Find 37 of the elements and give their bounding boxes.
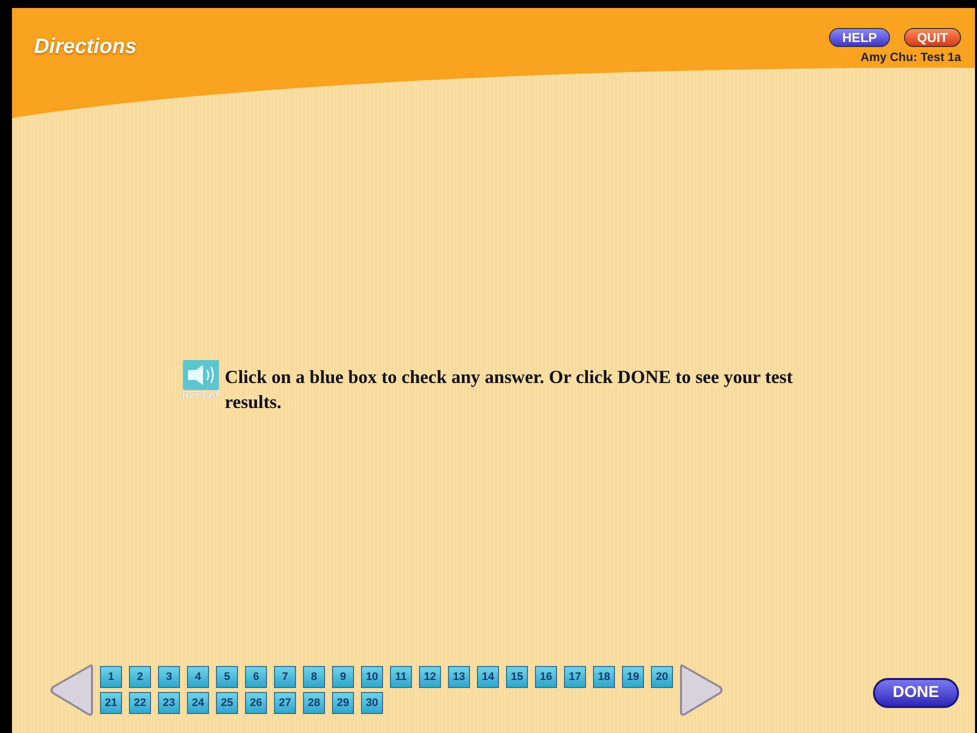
question-box[interactable]: 1 — [100, 666, 122, 688]
question-box[interactable]: 20 — [651, 666, 673, 688]
question-box[interactable]: 30 — [361, 692, 383, 714]
question-box[interactable]: 25 — [216, 692, 238, 714]
instruction-text: Click on a blue box to check any answer. Or click DONE to see your test results. — [224, 367, 794, 415]
question-box[interactable]: 6 — [245, 666, 267, 688]
question-box[interactable]: 27 — [274, 692, 296, 714]
question-box[interactable]: 14 — [477, 666, 499, 688]
question-box[interactable]: 21 — [100, 692, 122, 714]
quit-button[interactable]: QUIT — [904, 28, 961, 47]
question-box[interactable]: 5 — [216, 666, 238, 688]
question-box[interactable]: 22 — [129, 692, 151, 714]
question-box[interactable]: 13 — [448, 666, 470, 688]
question-box[interactable]: 12 — [419, 666, 441, 688]
question-box[interactable]: 29 — [332, 692, 354, 714]
question-box[interactable]: 4 — [187, 666, 209, 688]
question-box[interactable]: 23 — [158, 692, 180, 714]
help-button[interactable]: HELP — [829, 28, 890, 47]
question-box[interactable]: 11 — [390, 666, 412, 688]
question-box[interactable]: 16 — [535, 666, 557, 688]
question-box[interactable]: 28 — [303, 692, 325, 714]
user-label: Amy Chu: Test 1a — [860, 50, 961, 64]
question-box[interactable]: 9 — [332, 666, 354, 688]
question-box[interactable]: 24 — [187, 692, 209, 714]
question-box[interactable]: 3 — [158, 666, 180, 688]
question-box[interactable]: 17 — [564, 666, 586, 688]
question-box[interactable]: 15 — [506, 666, 528, 688]
question-box[interactable]: 2 — [129, 666, 151, 688]
question-box[interactable]: 7 — [274, 666, 296, 688]
done-button[interactable]: DONE — [872, 678, 959, 708]
question-box[interactable]: 26 — [245, 692, 267, 714]
speaker-icon — [183, 360, 220, 390]
question-box[interactable]: 10 — [361, 666, 383, 688]
question-box[interactable]: 8 — [303, 666, 325, 688]
question-box[interactable]: 18 — [593, 666, 615, 688]
question-box[interactable]: 19 — [622, 666, 644, 688]
page-title: Directions — [34, 35, 137, 59]
